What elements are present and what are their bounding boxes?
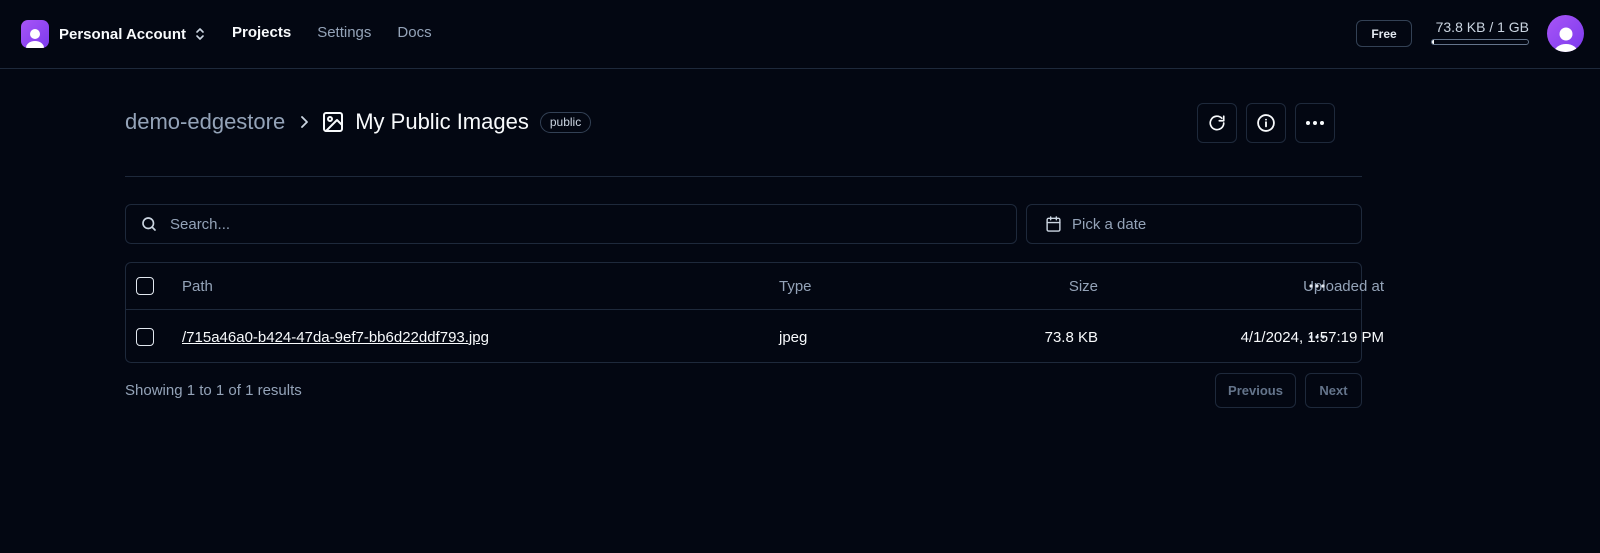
account-avatar-icon [21,20,49,48]
chevron-up-down-icon [194,26,206,42]
file-type: jpeg [779,328,808,346]
storage-usage: 73.8 KB / 1 GB [1431,19,1529,45]
more-options-button[interactable] [1295,103,1335,143]
select-all-cell [136,263,154,309]
bucket-name: My Public Images [355,109,529,134]
table-row: /715a46a0-b424-47da-9ef7-bb6d22ddf793.jp… [126,311,1384,363]
search-input[interactable] [170,209,1000,239]
search-box [125,204,1017,244]
file-path-link[interactable]: /715a46a0-b424-47da-9ef7-bb6d22ddf793.jp… [182,329,489,346]
storage-usage-fill [1432,40,1434,44]
row-actions-cell [1309,311,1325,363]
nav-docs[interactable]: Docs [397,24,431,41]
user-avatar[interactable] [1547,15,1584,52]
bucket-header: demo-edgestore My Public Images public [125,103,1362,143]
results-summary: Showing 1 to 1 of 1 results [125,382,302,399]
files-table: Path Type Size Uploaded at /715a46a0-b42… [125,262,1384,363]
next-page-button[interactable]: Next [1305,373,1362,408]
file-path-cell: /715a46a0-b424-47da-9ef7-bb6d22ddf793.jp… [182,311,489,363]
column-header-size[interactable]: Size [826,263,1098,309]
main-nav: Projects Settings Docs [232,24,432,41]
user-icon [1553,27,1578,52]
file-uploaded-at: 4/1/2024, 1:57:19 PM [1240,328,1384,346]
header-divider [125,176,1362,177]
previous-page-button[interactable]: Previous [1215,373,1296,408]
refresh-button[interactable] [1197,103,1237,143]
chevron-right-icon [299,115,309,129]
plan-badge: Free [1356,20,1412,47]
date-picker-label: Pick a date [1072,215,1147,233]
column-options-icon[interactable] [1309,284,1325,288]
column-header-path[interactable]: Path [182,263,213,309]
breadcrumb: demo-edgestore My Public Images public [125,109,592,135]
column-header-type[interactable]: Type [779,263,812,309]
ellipsis-icon [1306,121,1324,125]
image-icon [321,110,345,134]
account-switcher[interactable]: Personal Account [21,20,206,48]
select-all-checkbox[interactable] [136,277,154,295]
calendar-icon [1045,215,1062,233]
table-header-row: Path Type Size Uploaded at [126,263,1384,310]
column-header-uploaded[interactable]: Uploaded at [1106,263,1384,309]
visibility-badge: public [539,111,592,133]
row-select-cell [136,311,154,363]
nav-settings[interactable]: Settings [317,24,371,41]
column-options-cell [1309,263,1325,309]
nav-projects[interactable]: Projects [232,24,291,41]
storage-usage-text: 73.8 KB / 1 GB [1435,19,1529,35]
info-icon [1257,114,1275,132]
storage-usage-bar [1431,39,1529,45]
search-icon [140,215,158,233]
file-size: 73.8 KB [1044,328,1098,346]
info-button[interactable] [1246,103,1286,143]
breadcrumb-project[interactable]: demo-edgestore [125,109,285,135]
row-actions-icon[interactable] [1309,335,1325,339]
refresh-icon [1209,115,1225,131]
top-bar: Personal Account Projects Settings Docs … [0,0,1600,69]
account-name: Personal Account [59,25,186,43]
row-checkbox[interactable] [136,328,154,346]
date-picker-button[interactable]: Pick a date [1026,204,1362,244]
